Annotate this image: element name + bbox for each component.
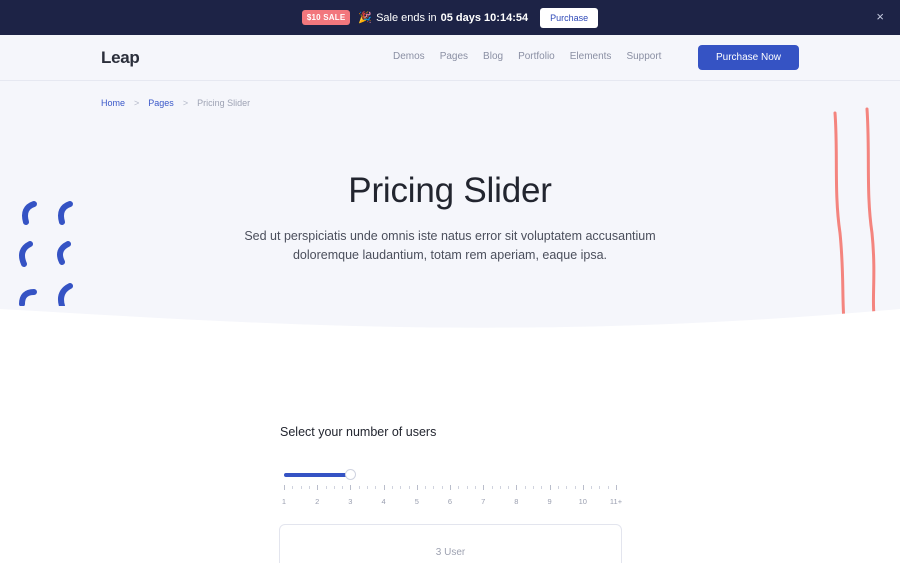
nav-link-demos[interactable]: Demos xyxy=(393,51,425,62)
page-subtitle: Sed ut perspiciatis unde omnis iste natu… xyxy=(244,229,656,262)
slider-major-tick xyxy=(549,485,551,490)
slider-minor-tick xyxy=(557,486,559,489)
slider-minor-tick xyxy=(474,486,476,489)
slider-major-tick xyxy=(516,485,518,490)
slider-minor-tick xyxy=(400,486,402,489)
slider-tick-label: 11+ xyxy=(609,497,623,506)
promo-bar: $10 SALE 🎉 Sale ends in 05 days 10:14:54… xyxy=(0,0,900,35)
nav-link-support[interactable]: Support xyxy=(626,51,661,62)
nav-link-elements[interactable]: Elements xyxy=(570,51,612,62)
slider-major-tick xyxy=(450,485,451,490)
slider-tick-label: 9 xyxy=(547,497,552,506)
breadcrumb-current: Pricing Slider xyxy=(197,98,251,108)
slider-minor-tick xyxy=(533,486,534,489)
purchase-now-button[interactable]: Purchase Now xyxy=(698,45,799,70)
slider-minor-tick xyxy=(292,486,294,489)
breadcrumb-home[interactable]: Home xyxy=(101,98,125,108)
slider-minor-tick xyxy=(325,486,327,489)
slider-minor-tick xyxy=(607,486,609,489)
nav-links: Demos Pages Blog Portfolio Elements Supp… xyxy=(393,51,661,62)
slider-tick-label: 6 xyxy=(447,497,453,506)
breadcrumb: Home > Pages > Pricing Slider xyxy=(101,98,250,108)
slider-tick-label: 1 xyxy=(281,497,287,506)
sale-countdown-text: 🎉 Sale ends in 05 days 10:14:54 xyxy=(358,11,529,25)
promo-purchase-button[interactable]: Purchase xyxy=(540,7,599,28)
slider-major-tick xyxy=(383,485,385,490)
pricing-card: 3 User xyxy=(279,524,622,563)
breadcrumb-pages[interactable]: Pages xyxy=(148,98,174,108)
slider-minor-tick xyxy=(574,486,576,489)
slider-minor-tick xyxy=(491,486,493,489)
slider-thumb[interactable] xyxy=(345,469,356,480)
slider-minor-tick xyxy=(425,486,427,489)
slider-minor-tick xyxy=(391,486,393,489)
slider-minor-tick xyxy=(466,486,468,489)
slider-major-tick xyxy=(317,485,319,490)
slider-minor-tick xyxy=(508,486,510,489)
slider-minor-tick xyxy=(433,486,435,489)
slider-minor-tick xyxy=(333,486,335,489)
pricing-slider-title: Select your number of users xyxy=(280,425,437,439)
slider-minor-tick xyxy=(375,486,377,489)
slider-minor-tick xyxy=(591,486,593,489)
breadcrumb-separator: > xyxy=(134,98,140,108)
slider-minor-tick xyxy=(441,486,443,489)
nav-link-pages[interactable]: Pages xyxy=(440,51,468,62)
slider-minor-tick xyxy=(342,486,344,489)
slider-minor-tick xyxy=(599,486,601,489)
pricing-card-users: 3 User xyxy=(435,547,466,558)
slider-minor-tick xyxy=(541,486,543,489)
decorative-lines xyxy=(833,107,876,323)
nav-link-blog[interactable]: Blog xyxy=(483,51,503,62)
promo-content: $10 SALE 🎉 Sale ends in 05 days 10:14:54… xyxy=(301,7,599,28)
slider-minor-tick xyxy=(300,486,302,489)
slider-minor-tick xyxy=(566,486,568,489)
slider-tick-label: 8 xyxy=(514,497,519,506)
slider-major-tick xyxy=(284,485,285,490)
slider-major-tick xyxy=(350,485,352,490)
slider-minor-tick xyxy=(524,486,526,489)
slider-tick-labels: 1 2 3 4 5 6 7 8 9 10 11+ xyxy=(0,497,900,509)
sale-badge: $10 SALE xyxy=(301,10,351,25)
slider-tick-label: 2 xyxy=(315,497,320,506)
slider-tick-label: 7 xyxy=(481,497,486,506)
hero-section: Home > Pages > Pricing Slider Pricing Sl… xyxy=(0,81,900,341)
slider-minor-tick xyxy=(358,486,360,489)
breadcrumb-separator: > xyxy=(182,98,189,108)
slider-major-tick xyxy=(582,485,584,490)
slider-track-fill xyxy=(284,473,348,477)
party-popper-icon: 🎉 xyxy=(358,12,373,24)
users-slider[interactable] xyxy=(284,469,622,481)
slider-minor-tick xyxy=(408,486,410,489)
hero-wave-divider xyxy=(0,309,900,341)
logo[interactable]: Leap xyxy=(101,48,140,68)
slider-major-tick xyxy=(483,485,485,490)
slider-minor-tick xyxy=(499,486,501,489)
sale-countdown: 05 days 10:14:54 xyxy=(440,11,529,24)
slider-tick-label: 4 xyxy=(381,497,386,506)
slider-minor-tick xyxy=(458,486,460,489)
decorative-crescents xyxy=(19,201,73,306)
top-navbar: Leap Demos Pages Blog Portfolio Elements… xyxy=(0,35,900,81)
page-title: Pricing Slider xyxy=(348,171,552,210)
slider-tick-label: 10 xyxy=(578,497,587,506)
slider-minor-tick xyxy=(367,486,368,489)
nav-link-portfolio[interactable]: Portfolio xyxy=(518,51,555,62)
slider-minor-tick xyxy=(308,486,310,489)
slider-major-tick xyxy=(416,485,418,490)
sale-text-prefix: Sale ends in xyxy=(376,11,437,24)
close-icon[interactable]: × xyxy=(876,10,884,23)
slider-tick-label: 5 xyxy=(414,497,419,506)
slider-major-tick xyxy=(616,485,617,490)
slider-tick-label: 3 xyxy=(348,497,353,506)
